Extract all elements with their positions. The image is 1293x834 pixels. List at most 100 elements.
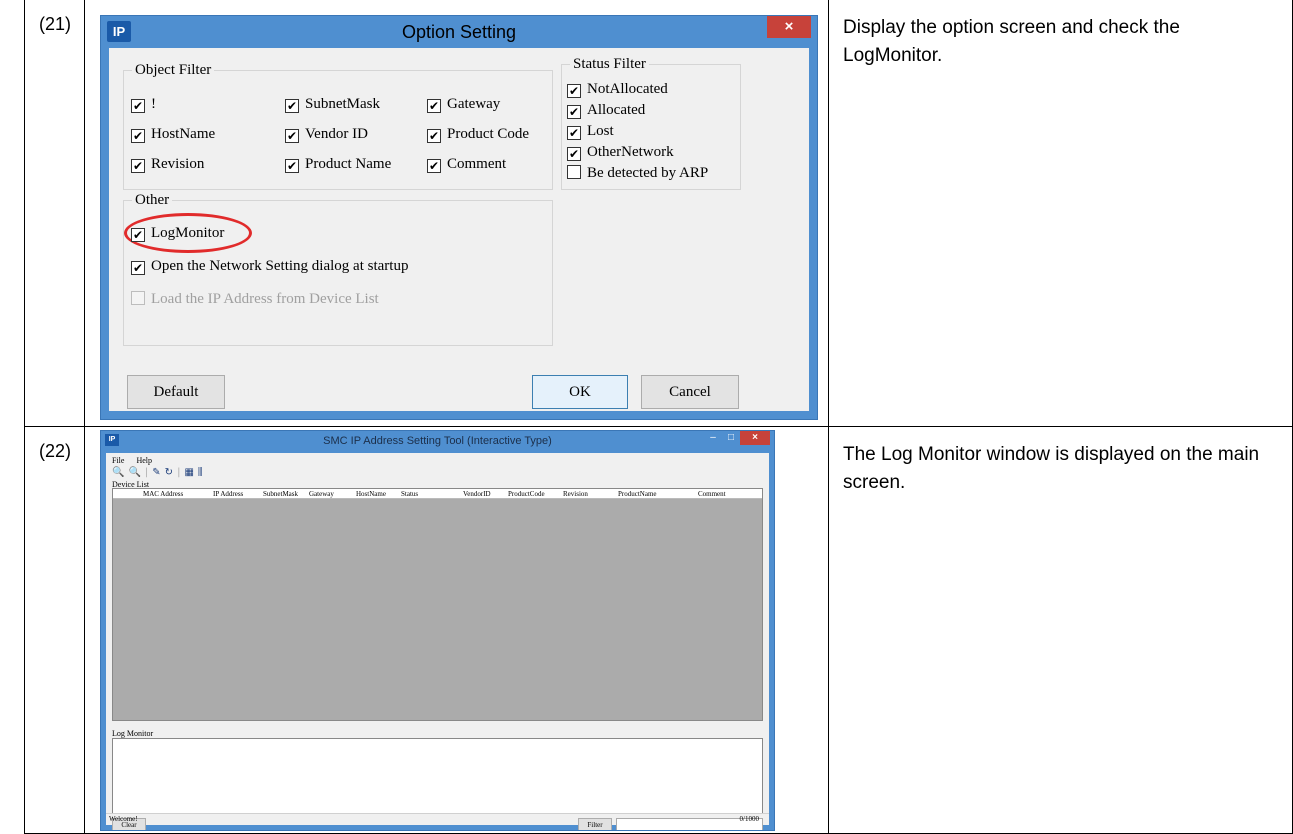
maximize-icon[interactable]: □ <box>722 431 740 445</box>
checkbox-box[interactable]: ✔ <box>567 105 581 119</box>
close-icon[interactable]: × <box>740 431 770 445</box>
column-header[interactable]: SubnetMask <box>263 489 298 499</box>
checkbox-label: NotAllocated <box>587 81 668 97</box>
checkbox-lost[interactable]: ✔ Lost <box>567 123 614 140</box>
checkbox-box[interactable]: ✔ <box>285 159 299 173</box>
checkbox-[interactable]: ✔! <box>131 96 156 113</box>
group-legend: Object Filter <box>132 62 215 79</box>
status-text: Welcome! <box>109 815 138 823</box>
column-header[interactable]: Comment <box>698 489 726 499</box>
checkbox-label: HostName <box>151 126 216 142</box>
dialog-title: Option Setting <box>401 22 517 42</box>
step-number: (21) <box>38 14 71 34</box>
procedure-table: (21) IP Option Setting × Object Filter S… <box>24 0 1293 834</box>
group-legend: Status Filter <box>570 56 649 73</box>
menu-file[interactable]: File <box>112 456 124 465</box>
checkbox-label: Product Code <box>447 126 530 142</box>
checkbox-revision[interactable]: ✔ Revision <box>131 156 204 173</box>
main-window: IP SMC IP Address Setting Tool (Interact… <box>100 430 775 831</box>
checkbox-hostname[interactable]: ✔ HostName <box>131 126 215 143</box>
checkbox-gateway[interactable]: ✔ Gateway <box>427 96 500 113</box>
checkbox-logmonitor[interactable]: ✔ LogMonitor <box>131 225 224 242</box>
window-title: SMC IP Address Setting Tool (Interactive… <box>323 435 552 447</box>
checkbox-label: Be detected by ARP <box>587 165 709 181</box>
step-number-cell: (22) <box>25 427 85 833</box>
cancel-button[interactable]: Cancel <box>641 375 739 409</box>
column-header[interactable]: Revision <box>563 489 588 499</box>
zoom-icon[interactable]: 🔍 <box>128 467 140 478</box>
checkbox-box[interactable]: ✔ <box>567 126 581 140</box>
separator: | <box>177 467 181 478</box>
separator: | <box>144 467 149 478</box>
refresh-icon[interactable]: ↻ <box>165 467 173 478</box>
ok-button[interactable]: OK <box>532 375 628 409</box>
network-icon[interactable]: ▦ <box>184 467 193 478</box>
checkbox-box[interactable]: ✔ <box>427 159 441 173</box>
checkbox-notallocated[interactable]: ✔ NotAllocated <box>567 81 668 98</box>
checkbox-label: Open the Network Setting dialog at start… <box>151 258 409 274</box>
checkbox-product-name[interactable]: ✔ Product Name <box>285 156 391 173</box>
checkbox-box[interactable]: ✔ <box>131 261 145 275</box>
checkbox-box[interactable]: ✔ <box>427 129 441 143</box>
checkbox-box[interactable]: ✔ <box>567 147 581 161</box>
toolbar: 🔍 🔍 | ✎ ↻ | ▦ ⫼ <box>112 467 207 479</box>
device-list[interactable]: MAC Address IP Address SubnetMask Gateway Ho… <box>112 488 763 721</box>
checkbox-label: Allocated <box>587 102 646 118</box>
dialog-titlebar: IP Option Setting × <box>101 16 817 48</box>
checkbox-box[interactable]: ✔ <box>131 99 145 113</box>
settings-icon[interactable]: ⫼ <box>198 467 203 478</box>
checkbox-label: Lost <box>587 123 614 139</box>
checkbox-subnetmask[interactable]: ✔ SubnetMask <box>285 96 380 113</box>
checkbox-label: LogMonitor <box>151 225 225 241</box>
default-button[interactable]: Default <box>127 375 225 409</box>
column-header[interactable]: HostName <box>356 489 386 499</box>
checkbox-box[interactable]: ✔ <box>567 84 581 98</box>
checkbox-box[interactable]: ✔ <box>427 99 441 113</box>
checkbox-box[interactable]: ✔ <box>285 129 299 143</box>
log-monitor-area[interactable] <box>112 738 763 814</box>
log-monitor-label: Log Monitor <box>112 729 154 738</box>
column-header[interactable]: Gateway <box>309 489 334 499</box>
column-header[interactable]: MAC Address <box>143 489 183 499</box>
checkbox-box[interactable]: ✔ <box>131 228 145 242</box>
column-header[interactable]: ProductName <box>618 489 657 499</box>
checkbox-label: Load the IP Address from Device List <box>151 291 379 307</box>
checkbox-label: Gateway <box>447 96 501 112</box>
status-bar: Welcome! 0/1000 <box>106 813 769 825</box>
checkbox-vendor-id[interactable]: ✔ Vendor ID <box>285 126 368 143</box>
screenshot-cell: IP SMC IP Address Setting Tool (Interact… <box>85 427 829 833</box>
edit-icon[interactable]: ✎ <box>152 467 160 478</box>
step-row-21: (21) IP Option Setting × Object Filter S… <box>24 0 1293 427</box>
step-number-cell: (21) <box>25 0 85 426</box>
checkbox-product-code[interactable]: ✔ Product Code <box>427 126 529 143</box>
checkbox-box[interactable] <box>567 165 581 179</box>
search-icon[interactable]: 🔍 <box>112 467 124 478</box>
checkbox-label: Product Name <box>305 156 392 172</box>
checkbox-box[interactable]: ✔ <box>131 159 145 173</box>
close-icon[interactable]: × <box>767 16 811 38</box>
minimize-icon[interactable]: – <box>704 431 722 445</box>
checkbox-box <box>131 291 145 305</box>
group-legend: Other <box>132 192 173 209</box>
step-number: (22) <box>38 441 71 461</box>
checkbox-label: OtherNetwork <box>587 144 674 160</box>
checkbox-comment[interactable]: ✔ Comment <box>427 156 506 173</box>
column-header[interactable]: Status <box>401 489 418 499</box>
checkbox-load-the-ip-address-from-device-list: Load the IP Address from Device List <box>131 291 379 307</box>
checkbox-label: SubnetMask <box>305 96 380 112</box>
column-header[interactable]: VendorID <box>463 489 491 499</box>
menu-bar: File Help <box>112 456 162 465</box>
checkbox-box[interactable]: ✔ <box>285 99 299 113</box>
column-header[interactable]: IP Address <box>213 489 243 499</box>
menu-help[interactable]: Help <box>136 456 152 465</box>
checkbox-allocated[interactable]: ✔ Allocated <box>567 102 645 119</box>
checkbox-box[interactable]: ✔ <box>131 129 145 143</box>
option-setting-dialog: IP Option Setting × Object Filter Status… <box>100 15 818 420</box>
column-header[interactable]: ProductCode <box>508 489 545 499</box>
step-description: The Log Monitor window is displayed on t… <box>843 444 1260 493</box>
checkbox-be-detected-by-arp[interactable]: Be detected by ARP <box>567 165 708 181</box>
checkbox-open-the-network-setting-dialog-at-startup[interactable]: ✔ Open the Network Setting dialog at star… <box>131 258 408 275</box>
checkbox-othernetwork[interactable]: ✔ OtherNetwork <box>567 144 674 161</box>
log-count: 0/1000 <box>739 815 759 823</box>
window-body: File Help 🔍 🔍 | ✎ ↻ | ▦ ⫼ Device List MAC Addre… <box>106 453 769 830</box>
